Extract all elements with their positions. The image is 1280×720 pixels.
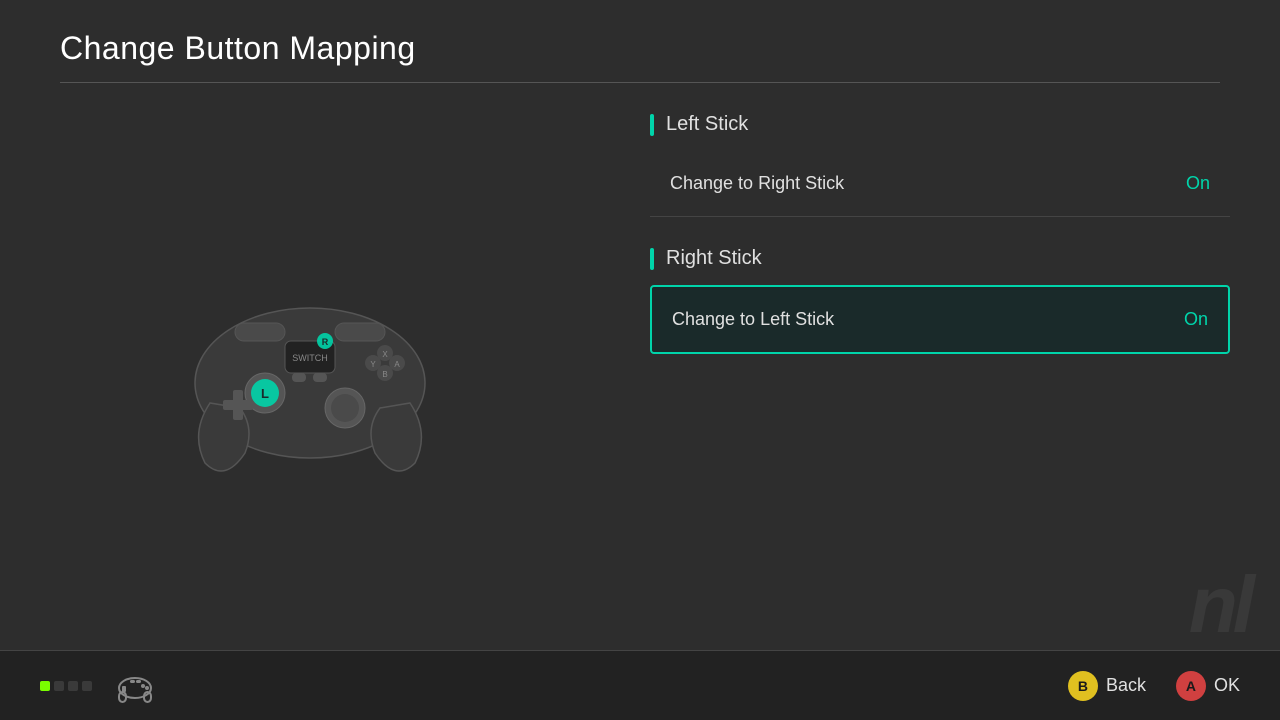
indicator-dots <box>40 681 92 691</box>
dot-4 <box>82 681 92 691</box>
left-stick-header: Left Stick <box>650 113 1230 136</box>
change-to-left-stick-item[interactable]: Change to Left Stick On <box>650 285 1230 354</box>
right-stick-title: Right Stick <box>666 247 762 270</box>
right-stick-header: Right Stick <box>650 247 1230 270</box>
section-accent-left <box>650 114 654 136</box>
svg-text:L: L <box>261 386 269 401</box>
page-title: Change Button Mapping <box>60 30 1220 67</box>
main-content: SWITCH L B A X Y <box>0 83 1280 643</box>
bottom-bar: B Back A OK <box>0 650 1280 720</box>
controller-svg: SWITCH L B A X Y <box>170 253 450 473</box>
svg-text:SWITCH: SWITCH <box>292 353 328 363</box>
controller-illustration: SWITCH L B A X Y <box>170 253 450 473</box>
left-stick-section: Left Stick Change to Right Stick On <box>650 113 1230 217</box>
change-to-right-stick-label: Change to Right Stick <box>670 173 844 194</box>
dot-1 <box>40 681 50 691</box>
bottom-left <box>40 666 155 706</box>
svg-text:A: A <box>394 360 400 369</box>
watermark: nl <box>1189 565 1250 645</box>
ok-label: OK <box>1214 675 1240 696</box>
section-accent-right <box>650 248 654 270</box>
back-button[interactable]: B Back <box>1068 671 1146 701</box>
b-circle: B <box>1068 671 1098 701</box>
controller-icon-small <box>115 666 155 706</box>
dot-3 <box>68 681 78 691</box>
bottom-right: B Back A OK <box>1068 671 1240 701</box>
svg-text:R: R <box>322 337 329 347</box>
dot-2 <box>54 681 64 691</box>
svg-text:B: B <box>382 370 387 379</box>
header: Change Button Mapping <box>0 0 1280 82</box>
change-to-left-stick-label: Change to Left Stick <box>672 309 834 330</box>
change-to-right-stick-item[interactable]: Change to Right Stick On <box>650 151 1230 217</box>
ok-button[interactable]: A OK <box>1176 671 1240 701</box>
settings-panel: Left Stick Change to Right Stick On Righ… <box>620 83 1280 643</box>
svg-text:X: X <box>382 350 388 359</box>
change-to-right-stick-value: On <box>1186 173 1210 194</box>
a-circle: A <box>1176 671 1206 701</box>
svg-text:Y: Y <box>370 360 376 369</box>
left-stick-title: Left Stick <box>666 113 748 136</box>
controller-panel: SWITCH L B A X Y <box>0 83 620 643</box>
change-to-left-stick-value: On <box>1184 309 1208 330</box>
right-stick-section: Right Stick Change to Left Stick On <box>650 247 1230 354</box>
back-label: Back <box>1106 675 1146 696</box>
